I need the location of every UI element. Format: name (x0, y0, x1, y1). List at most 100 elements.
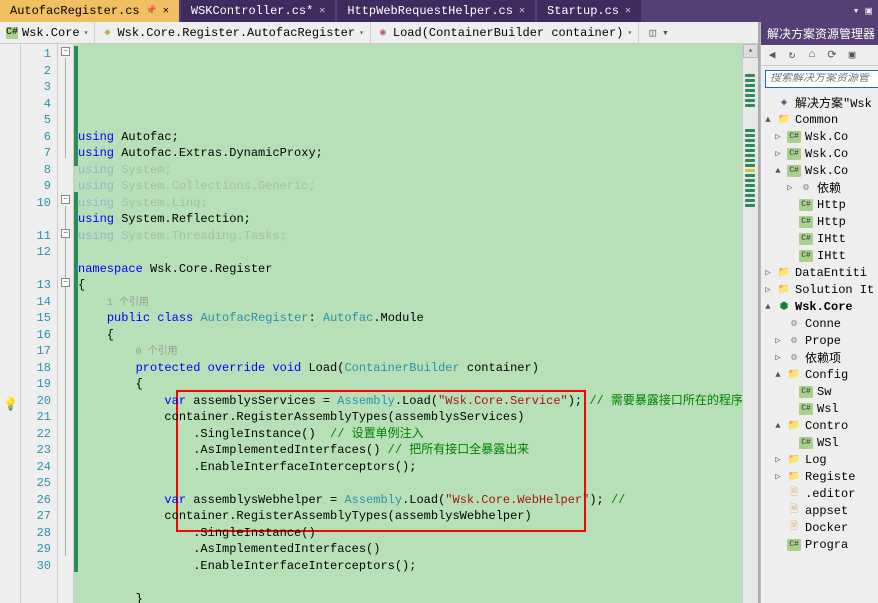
tree-node[interactable]: 🗎.editor (761, 485, 878, 502)
fld-icon: 📁 (777, 284, 791, 296)
fld-icon: 📁 (787, 420, 801, 432)
tab-label: AutofacRegister.cs (10, 4, 140, 18)
nav-namespace-label: Wsk.Core (22, 26, 80, 40)
tree-node[interactable]: ▷⚙依赖项 (761, 349, 878, 366)
close-icon[interactable]: ✕ (625, 5, 631, 17)
close-icon[interactable]: ✕ (163, 5, 169, 17)
fold-toggle[interactable]: − (61, 229, 70, 238)
solution-tree[interactable]: ◈解决方案"Wsk▲📁Common▷C#Wsk.Co▷C#Wsk.Co▲C#Ws… (761, 92, 878, 603)
nav-namespace[interactable]: C# Wsk.Core ▾ (0, 22, 95, 43)
expand-icon[interactable]: ▷ (763, 285, 773, 295)
tree-node-label: 依赖 (817, 179, 841, 196)
tree-node[interactable]: ▷📁Registe (761, 468, 878, 485)
editor-area: C# Wsk.Core ▾ ◆ Wsk.Core.Register.Autofa… (0, 22, 760, 603)
close-icon[interactable]: ✕ (319, 5, 325, 17)
expand-icon[interactable]: ▷ (773, 455, 783, 465)
fold-toggle[interactable]: − (61, 195, 70, 204)
solution-explorer-toolbar: ◀ ↻ ⌂ ⟳ ▣ (761, 45, 878, 66)
tree-node[interactable]: ▷⚙依赖 (761, 179, 878, 196)
tree-node-label: Progra (805, 538, 848, 552)
tree-node[interactable]: 🗎appset (761, 502, 878, 519)
vertical-scrollbar[interactable]: ▴ (742, 44, 758, 603)
sln-icon: ◈ (777, 97, 791, 109)
tree-node[interactable]: C#WSl (761, 434, 878, 451)
solution-explorer-title: 解决方案资源管理器 (761, 22, 878, 45)
pin-icon[interactable]: 📌 (146, 6, 157, 16)
outlining-margin[interactable]: − − − − (58, 44, 74, 603)
solution-search-input[interactable] (770, 73, 878, 85)
tree-node[interactable]: ▲ 📁 Contro (761, 417, 878, 434)
editor-tab[interactable]: WSKController.cs*✕ (181, 0, 335, 22)
tree-node[interactable]: C#Sw (761, 383, 878, 400)
split-editor-icon[interactable]: ◫ (650, 26, 657, 40)
expand-icon[interactable]: ▲ (773, 421, 783, 431)
window-float-icon[interactable]: ▣ (865, 4, 872, 18)
home-icon[interactable]: ⌂ (805, 48, 819, 62)
prj-icon: ⬢ (777, 301, 791, 313)
editor-tab[interactable]: AutofacRegister.cs 📌 ✕ (0, 0, 179, 22)
expand-icon[interactable]: ▷ (773, 132, 783, 142)
tree-node[interactable]: C#Http (761, 213, 878, 230)
editor-tab[interactable]: Startup.cs✕ (537, 0, 641, 22)
line-number-gutter: 1234567891011121314151617181920212223242… (21, 44, 58, 603)
tree-node[interactable]: ▷📁Solution It (761, 281, 878, 298)
class-icon: ◆ (101, 27, 113, 39)
dropdown-icon[interactable]: ▾ (662, 26, 669, 40)
back-icon[interactable]: ◀ (765, 48, 779, 62)
tree-node[interactable]: ▲⬢Wsk.Core (761, 298, 878, 315)
collapse-icon[interactable]: ▣ (845, 48, 859, 62)
expand-icon[interactable]: ▲ (773, 370, 783, 380)
tree-node[interactable]: C#IHtt (761, 247, 878, 264)
tree-node-label: Contro (805, 419, 848, 433)
expand-icon[interactable]: ▷ (763, 268, 773, 278)
fold-toggle[interactable]: − (61, 47, 70, 56)
close-icon[interactable]: ✕ (519, 5, 525, 17)
tree-node[interactable]: ◈ 解决方案"Wsk (761, 94, 878, 111)
tree-node[interactable]: ⚙Conne (761, 315, 878, 332)
tabs-overflow-icon[interactable]: ▾ (853, 4, 860, 18)
indicator-margin[interactable]: 💡 (0, 44, 21, 603)
tree-node[interactable]: ▲ 📁 Config (761, 366, 878, 383)
tree-node[interactable]: ▲📁Common (761, 111, 878, 128)
nav-method[interactable]: ◉ Load(ContainerBuilder container) ▾ (371, 22, 639, 43)
refresh-icon[interactable]: ↻ (785, 48, 799, 62)
tree-node[interactable]: C#Wsl (761, 400, 878, 417)
fold-toggle[interactable]: − (61, 278, 70, 287)
expand-icon[interactable]: ▲ (763, 115, 773, 125)
scroll-up-icon[interactable]: ▴ (743, 44, 758, 58)
tree-node[interactable]: ▷📁Log (761, 451, 878, 468)
nav-class[interactable]: ◆ Wsk.Core.Register.AutofacRegister ▾ (95, 22, 370, 43)
nav-method-label: Load(ContainerBuilder container) (393, 26, 623, 40)
expand-icon[interactable]: ▲ (763, 302, 773, 312)
tree-node[interactable]: ▲C#Wsk.Co (761, 162, 878, 179)
tree-node[interactable]: ▷📁DataEntiti (761, 264, 878, 281)
tree-node[interactable]: ▷⚙Prope (761, 332, 878, 349)
tree-node-label: Config (805, 368, 848, 382)
tree-node[interactable]: 🗎Docker (761, 519, 878, 536)
dep-icon: ⚙ (787, 318, 801, 330)
expand-icon[interactable]: ▷ (773, 353, 783, 363)
lightbulb-icon[interactable]: 💡 (3, 397, 18, 412)
fld-icon: 📁 (787, 454, 801, 466)
expand-icon[interactable]: ▷ (773, 472, 783, 482)
dep-icon: ⚙ (787, 352, 801, 364)
tree-node-label: Docker (805, 521, 848, 535)
expand-icon[interactable]: ▷ (773, 336, 783, 346)
tree-node-label: .editor (805, 487, 855, 501)
chevron-down-icon: ▾ (359, 28, 364, 38)
editor-tab[interactable]: HttpWebRequestHelper.cs✕ (337, 0, 535, 22)
expand-icon[interactable]: ▷ (785, 183, 795, 193)
tree-node[interactable]: ▷C#Wsk.Co (761, 145, 878, 162)
tree-node-label: Wsk.Co (805, 164, 848, 178)
expand-icon[interactable]: ▲ (773, 166, 783, 176)
tree-node[interactable]: C#Http (761, 196, 878, 213)
code-editor[interactable]: using Autofac;using Autofac.Extras.Dynam… (74, 44, 742, 603)
solution-search[interactable] (765, 70, 878, 88)
tree-node[interactable]: C#IHtt (761, 230, 878, 247)
tree-node[interactable]: ▷C#Wsk.Co (761, 128, 878, 145)
sync-icon[interactable]: ⟳ (825, 48, 839, 62)
expand-icon[interactable]: ▷ (773, 149, 783, 159)
tree-node[interactable]: C#Progra (761, 536, 878, 553)
fld-icon: 📁 (787, 369, 801, 381)
tree-node-label: 解决方案"Wsk (795, 94, 872, 111)
